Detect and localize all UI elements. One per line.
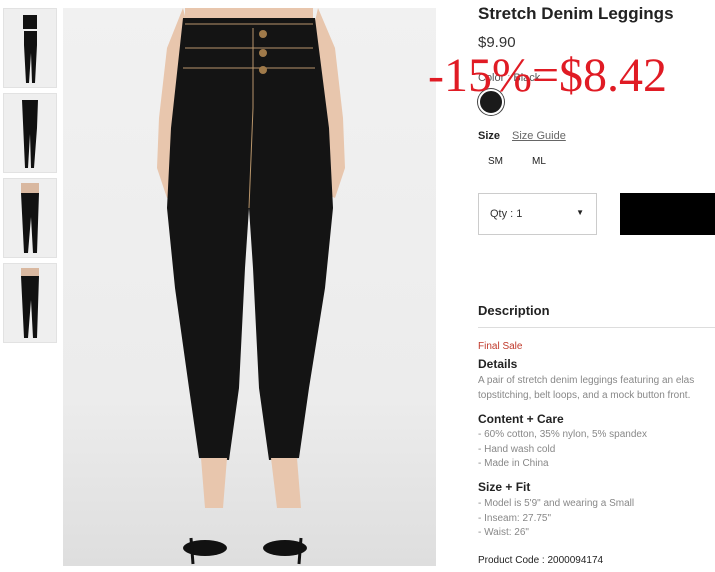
fit-line: - Model is 5'9" and wearing a Small	[478, 498, 635, 509]
thumbnail-1[interactable]	[3, 8, 57, 88]
thumbnail-2-image	[22, 100, 38, 168]
thumbnail-3[interactable]	[3, 178, 57, 258]
size-option-ml[interactable]: ML	[532, 156, 546, 167]
size-fit-heading: Size + Fit	[478, 480, 531, 494]
fit-line: - Inseam: 27.75"	[478, 512, 552, 524]
thumbnail-4-image	[21, 268, 39, 338]
fit-line: - Waist: 26"	[478, 527, 529, 538]
details-line: topstitching, belt loops, and a mock but…	[478, 389, 691, 401]
leggings-illustration	[157, 8, 345, 565]
size-label: Size	[478, 130, 501, 142]
thumbnail-2[interactable]	[3, 93, 57, 173]
thumbnail-list	[3, 8, 57, 348]
thumbnail-4[interactable]	[3, 263, 57, 343]
quantity-value: Qty : 1	[490, 208, 523, 220]
final-sale-label: Final Sale	[478, 341, 523, 352]
size-guide-link[interactable]: Size Guide	[512, 130, 566, 142]
description-divider	[478, 327, 715, 328]
caret-down-icon: ▼	[576, 208, 584, 217]
size-option-sm[interactable]: SM	[488, 156, 503, 167]
product-code: Product Code : 2000094174	[478, 555, 604, 566]
quantity-select[interactable]: Qty : 1 ▼	[478, 193, 597, 235]
content-line: - Made in China	[478, 458, 549, 469]
description-heading: Description	[478, 303, 550, 318]
add-to-bag-button[interactable]	[620, 193, 715, 235]
thumbnail-3-image	[21, 183, 39, 253]
content-line: - Hand wash cold	[478, 443, 556, 455]
size-fit-text: - Model is 5'9" and wearing a Small - In…	[478, 497, 634, 541]
content-care-text: - 60% cotton, 35% nylon, 5% spandex - Ha…	[478, 428, 647, 472]
content-care-heading: Content + Care	[478, 412, 564, 426]
main-product-image[interactable]	[63, 8, 436, 566]
promo-overlay: -15%=$8.42	[428, 49, 668, 102]
details-line: A pair of stretch denim leggings featuri…	[478, 375, 695, 386]
product-title: Stretch Denim Leggings	[478, 4, 674, 23]
content-line: - 60% cotton, 35% nylon, 5% spandex	[478, 429, 647, 440]
details-heading: Details	[478, 357, 518, 371]
thumbnail-1-image	[23, 15, 37, 83]
details-text: A pair of stretch denim leggings featuri…	[478, 374, 694, 403]
